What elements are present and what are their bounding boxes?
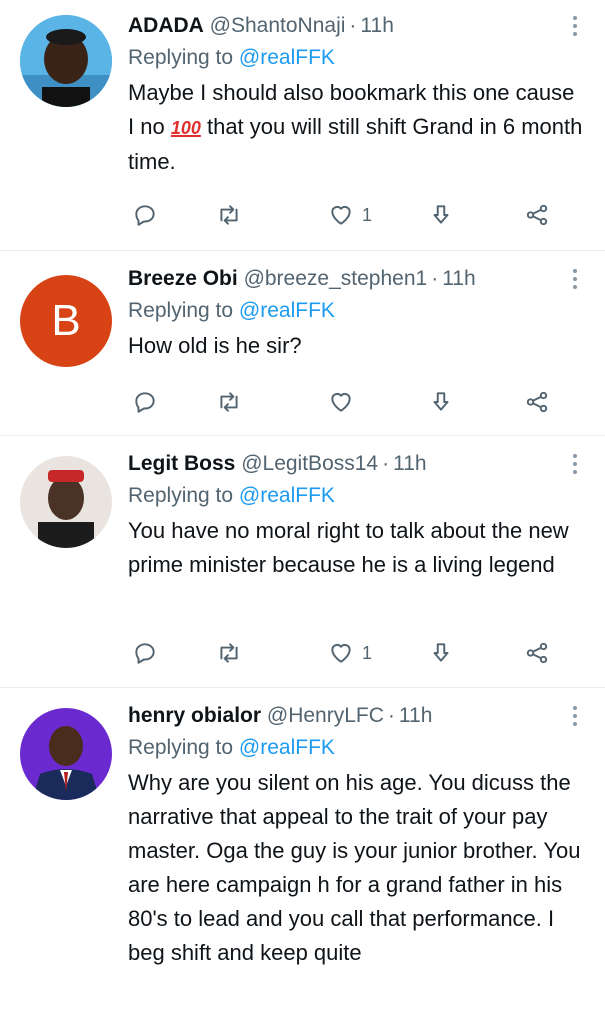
more-options-icon[interactable] [573,16,579,36]
tweet-header: henry obialor @HenryLFC · 11h [128,702,585,730]
heart-icon [331,205,351,225]
avatar-letter: B [51,296,81,345]
replying-prefix: Replying to [128,46,234,69]
tweet-header: Breeze Obi @breeze_stephen1 · 11h [128,265,585,293]
tweet[interactable]: henry obialor @HenryLFC · 11h Replying to … [0,688,605,1024]
bookmark-button[interactable] [428,387,454,417]
reply-button[interactable] [132,638,158,668]
replying-prefix: Replying to [128,736,234,759]
avatar-photo [20,456,112,548]
more-options-icon[interactable] [573,454,579,474]
tweet-actions: 1 [128,200,577,230]
share-button[interactable] [524,638,550,668]
retweet-icon [220,392,238,412]
retweet-button[interactable] [216,638,242,668]
like-count: 1 [362,642,373,663]
replying-prefix: Replying to [128,484,234,507]
share-icon [526,391,548,413]
bookmark-button[interactable] [428,638,454,668]
display-name[interactable]: Breeze Obi [128,267,238,290]
separator-dot: · [431,267,439,290]
replying-to-line: Replying to @realFFK [128,482,585,510]
tweet-header: Legit Boss @LegitBoss14 · 11h [128,450,585,478]
retweet-icon [220,643,238,663]
display-name[interactable]: Legit Boss [128,452,235,475]
reply-button[interactable] [132,200,158,230]
user-handle[interactable]: @ShantoNnaji [210,14,346,37]
separator-dot: · [387,704,395,727]
reply-icon [135,643,155,664]
tweet-text: How old is he sir? [128,333,302,358]
tweet-text: Why are you silent on his age. You dicus… [128,770,581,965]
replying-to-line: Replying to @realFFK [128,297,585,325]
tweet-actions [128,387,577,417]
timestamp[interactable]: 11h [442,267,475,290]
share-icon [526,642,548,664]
tweet-actions: 1 [128,638,577,668]
retweet-icon [220,205,238,225]
timestamp[interactable]: 11h [399,704,432,727]
tweet-text: Maybe I should also bookmark this one ca… [128,76,585,179]
download-arrow-icon [433,205,449,224]
avatar[interactable] [20,708,112,800]
user-handle[interactable]: @breeze_stephen1 [244,267,428,290]
avatar[interactable] [20,456,112,548]
like-button[interactable]: 1 [328,638,372,668]
user-handle[interactable]: @HenryLFC [267,704,384,727]
share-icon [526,204,548,226]
hundred-points-emoji-icon: 100 [170,118,201,138]
replying-prefix: Replying to [128,299,234,322]
avatar[interactable] [20,15,112,107]
like-button[interactable]: 1 [328,200,372,230]
replying-to-link[interactable]: @realFFK [239,484,335,507]
tweet-header: ADADA @ShantoNnaji · 11h [128,12,585,40]
timestamp[interactable]: 11h [360,14,393,37]
heart-icon [331,643,351,663]
more-options-icon[interactable] [573,269,579,289]
display-name[interactable]: henry obialor [128,704,261,727]
separator-dot: · [349,14,357,37]
replying-to-link[interactable]: @realFFK [239,46,335,69]
replying-to-link[interactable]: @realFFK [239,736,335,759]
timestamp[interactable]: 11h [393,452,426,475]
avatar-photo [20,708,112,800]
tweet-text: You have no moral right to talk about th… [128,518,569,577]
retweet-button[interactable] [216,387,242,417]
download-arrow-icon [433,643,449,662]
share-button[interactable] [524,387,550,417]
heart-icon [331,392,351,412]
download-arrow-icon [433,392,449,411]
reply-icon [135,205,155,226]
replying-to-line: Replying to @realFFK [128,44,585,72]
like-count: 1 [362,204,373,225]
avatar[interactable]: B [20,275,112,367]
reply-feed: ADADA @ShantoNnaji · 11h Replying to @real… [0,0,605,1024]
user-handle[interactable]: @LegitBoss14 [241,452,378,475]
avatar-photo [20,15,112,107]
tweet[interactable]: ADADA @ShantoNnaji · 11h Replying to @real… [0,0,605,251]
reply-button[interactable] [132,387,158,417]
reply-icon [135,392,155,413]
retweet-button[interactable] [216,200,242,230]
bookmark-button[interactable] [428,200,454,230]
more-options-icon[interactable] [573,706,579,726]
share-button[interactable] [524,200,550,230]
replying-to-line: Replying to @realFFK [128,734,585,762]
like-button[interactable] [328,387,354,417]
tweet[interactable]: Legit Boss @LegitBoss14 · 11h Replying to … [0,436,605,688]
replying-to-link[interactable]: @realFFK [239,299,335,322]
display-name[interactable]: ADADA [128,14,204,37]
tweet[interactable]: B Breeze Obi @breeze_stephen1 · 11h Replyi… [0,251,605,436]
separator-dot: · [382,452,390,475]
